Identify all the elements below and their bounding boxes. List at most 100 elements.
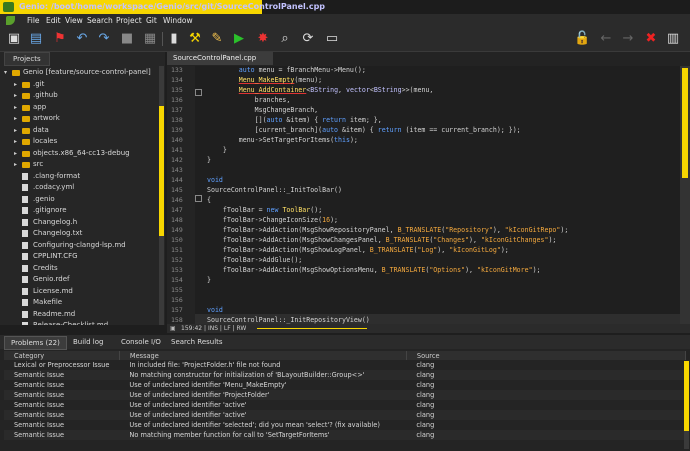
scrollbar-thumb[interactable] [682,68,688,178]
tree-item-label: License.md [33,286,73,295]
table-row[interactable]: Semantic Issue No matching member functio… [4,430,686,440]
menu-git[interactable]: Git [146,14,157,27]
file-menu-icon[interactable]: ▥ [665,31,681,47]
chevron-right-icon[interactable]: ▸ [14,102,20,113]
window-tab[interactable]: Genio: /boot/home/workspace/Genio/src/gi… [0,0,325,14]
code-line: Menu_MakeEmpty(menu); [238,76,323,84]
debug-icon[interactable]: ✸ [255,31,271,47]
tab-projects[interactable]: Projects [4,52,50,66]
table-row[interactable]: Semantic Issue Use of undeclared identifi… [4,390,686,400]
cell-source: clang [416,361,435,369]
clean-icon[interactable]: ✎ [209,31,225,47]
tree-item-label: Readme.md [33,309,76,318]
cell-category: Semantic Issue [4,390,120,400]
tree-item-label: Genio.rdef [33,275,70,283]
table-row[interactable]: Lexical or Preprocessor Issue In included… [4,360,686,370]
menu-project[interactable]: Project [116,14,142,27]
output-panel: Problems (22) Build log Console I/O Sear… [0,335,690,451]
problems-scrollbar[interactable] [684,361,689,449]
build-icon[interactable]: ⚒ [187,31,203,47]
cell-message: No matching member function for call to … [119,430,407,440]
chevron-right-icon[interactable]: ▸ [14,125,20,136]
chevron-right-icon[interactable]: ▸ [14,159,20,170]
editor-status-bar: ▣ 159:42 | INS | LF | RW [167,324,690,333]
format-icon[interactable]: ⚑ [52,31,68,47]
lock-icon[interactable]: 🔓 [574,31,590,47]
output-tabs: Problems (22) Build log Console I/O Sear… [0,335,690,350]
close-file-icon[interactable]: ✖ [643,31,659,47]
menu-view[interactable]: View [65,14,83,27]
tab-console-io[interactable]: Console I/O [115,336,167,348]
file-icon [22,195,28,203]
line-number-gutter: 133 134 135 136 137 138 139 140 141 142 143 144 145 1… [167,66,195,324]
tab-build-log[interactable]: Build log [67,336,109,348]
previous-icon[interactable]: ← [598,31,614,47]
code-line: Menu_AddContainer<BString, vector<BStrin… [238,86,434,94]
editor-scrollbar[interactable] [680,66,690,324]
menu-window[interactable]: Window [163,14,193,27]
cell-category: Lexical or Preprocessor Issue [14,361,110,369]
tab-problems[interactable]: Problems (22) [4,336,67,350]
scrollbar-thumb[interactable] [684,361,689,431]
fold-marker-icon[interactable] [195,195,202,202]
chevron-right-icon[interactable]: ▸ [14,113,20,124]
terminal-icon[interactable]: ▭ [324,31,340,47]
cell-category: Semantic Issue [4,410,120,420]
code-line: MsgChangeBranch, [207,106,319,114]
undo-icon[interactable]: ↶ [74,31,90,47]
line-number: 158 [171,316,183,324]
code-line: } [207,156,211,164]
code-line: menu->SetTargetForItems(this); [207,136,358,144]
tree-item-label: src [33,160,44,168]
line-number: 145 [171,186,183,194]
tree-item-label: app [33,102,47,111]
run-icon[interactable]: ▶ [231,31,247,47]
file-icon [22,230,28,237]
tree-item-label: Changelog.h [33,217,78,226]
table-row[interactable]: Semantic Issue Use of undeclared identifi… [4,410,686,420]
tab-search-results[interactable]: Search Results [165,336,229,348]
problems-table: Category Message Source Lexical or Prepr… [4,351,687,440]
projects-scrollbar[interactable] [159,66,164,325]
save-icon[interactable]: ■ [119,31,135,47]
code-area[interactable]: 133 134 135 136 137 138 139 140 141 142 143 144 145 1… [167,66,680,324]
save-all-icon[interactable]: ▦ [142,31,158,47]
table-row[interactable]: Semantic Issue Use of undeclared identifi… [4,420,686,430]
fold-marker-icon[interactable] [195,89,202,96]
redo-icon[interactable]: ↷ [96,31,112,47]
toggle-output-icon[interactable]: ▤ [28,31,44,47]
line-number: 144 [171,176,183,184]
cell-category: Semantic Issue [4,370,120,380]
build-mode-icon[interactable]: ▮ [166,31,182,47]
chevron-right-icon[interactable]: ▸ [14,90,20,101]
replace-icon[interactable]: ⟳ [300,31,316,47]
line-number: 142 [171,156,183,164]
chevron-right-icon[interactable]: ▸ [14,136,20,147]
table-row[interactable]: Semantic Issue No matching constructor fo… [4,370,686,380]
folder-icon [22,81,30,88]
column-message[interactable]: Message [119,351,407,360]
tree-item-label: .genio [33,194,55,203]
menu-file[interactable]: File [27,14,40,27]
column-source[interactable]: Source [406,351,687,360]
horizontal-scrollbar[interactable] [257,328,367,329]
column-category[interactable]: Category [4,351,120,360]
toggle-projects-icon[interactable]: ▣ [6,31,22,47]
table-row[interactable]: Semantic Issue Use of undeclared identifi… [4,400,686,410]
next-icon[interactable]: → [620,31,636,47]
tree-item-label: objects.x86_64-cc13-debug [33,148,130,157]
chevron-right-icon[interactable]: ▸ [14,79,20,90]
line-number: 155 [171,286,183,294]
chevron-down-icon[interactable]: ▾ [4,67,10,78]
chevron-right-icon[interactable]: ▸ [14,148,20,159]
menu-edit[interactable]: Edit [46,14,61,27]
tab-sourcecontrolpanel-cpp[interactable]: SourceControlPanel.cpp [167,52,273,65]
file-icon [22,287,28,295]
menu-search[interactable]: Search [87,14,113,27]
scrollbar-thumb[interactable] [159,106,164,236]
cell-category: Semantic Issue [14,381,65,389]
leaf-menu-icon[interactable] [6,16,15,25]
cell-message: No matching constructor for initializati… [119,370,407,380]
table-row[interactable]: Semantic Issue Use of undeclared identifi… [4,380,686,390]
find-icon[interactable]: ⌕ [277,31,293,47]
